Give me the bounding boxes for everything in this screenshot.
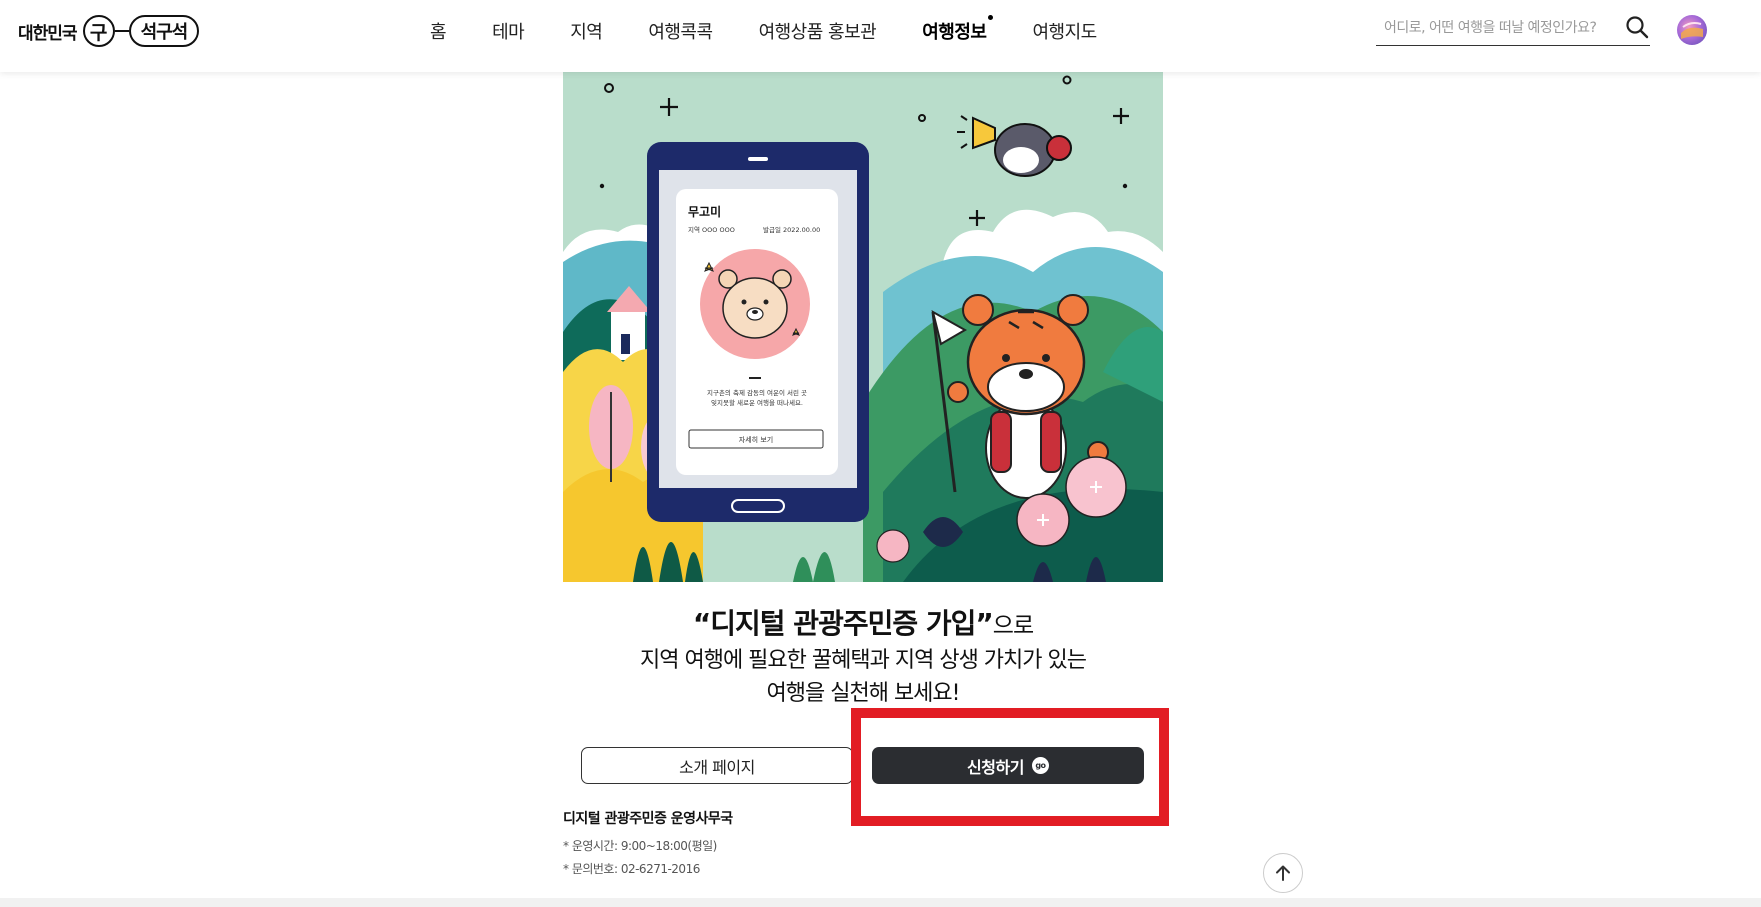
go-icon: go: [1031, 757, 1049, 774]
nav-item-travel-map[interactable]: 여행지도: [1032, 18, 1097, 44]
headline-suffix: 으로: [992, 613, 1034, 639]
search-icon[interactable]: [1624, 14, 1650, 40]
svg-text:발급일 2022.00.00: 발급일 2022.00.00: [763, 225, 820, 234]
headline-line-2: 지역 여행에 필요한 꿀혜택과 지역 상생 가치가 있는: [640, 648, 1087, 673]
apply-button-label: 신청하기: [967, 757, 1024, 777]
card-issue-value: 2022.00.00: [783, 226, 820, 234]
logo-text: 대한민국: [18, 23, 78, 44]
headline-copy: “디지털 관광주민증 가입”으로 지역 여행에 필요한 꿀혜택과 지역 상생 가…: [563, 606, 1163, 710]
scroll-top-button[interactable]: [1263, 853, 1303, 893]
avatar[interactable]: [1677, 15, 1707, 45]
card-name: 무고미: [688, 204, 721, 219]
hero-illustration: 무고미 지역 OOO OOO 발급일 2022.00.00 지구촌의 축제 감동…: [563, 72, 1163, 582]
card-issue-label: 발급일: [763, 225, 781, 234]
nav-item-region[interactable]: 지역: [570, 18, 603, 44]
card-region-value: OOO OOO: [702, 226, 735, 234]
logo-mark: 구 석구석: [82, 15, 200, 47]
nav-item-theme[interactable]: 테마: [492, 18, 525, 44]
quote-close: ”: [975, 607, 993, 640]
logo-pill: 석구석: [128, 15, 200, 47]
card-button-label: 자세히 보기: [739, 435, 773, 444]
active-dot: [988, 15, 994, 20]
card-region-label: 지역: [688, 225, 700, 234]
office-hours: * 운영시간: 9:00~18:00(평일): [563, 839, 717, 853]
search-input[interactable]: [1384, 16, 1614, 40]
footer-strip: [0, 898, 1761, 907]
arrow-up-icon: [1276, 865, 1290, 881]
quote-open: “: [692, 607, 711, 640]
main-nav: 홈 테마 지역 여행콕콕 여행상품 홍보관 여행정보 여행지도: [430, 0, 1143, 62]
nav-item-travel-info[interactable]: 여행정보: [922, 15, 994, 44]
site-logo[interactable]: 대한민국 구 석구석: [18, 14, 200, 48]
office-info: 디지털 관광주민증 운영사무국 * 운영시간: 9:00~18:00(평일) *…: [563, 808, 963, 877]
nav-item-travel-kokkok[interactable]: 여행콕콕: [648, 18, 713, 44]
svg-text:지역 OOO OOO: 지역 OOO OOO: [688, 225, 735, 234]
headline-highlight: 디지털 관광주민증 가입: [710, 607, 976, 640]
headline-line-3: 여행을 실천해 보세요!: [766, 681, 961, 706]
office-title: 디지털 관광주민증 운영사무국: [563, 811, 733, 827]
site-header: 대한민국 구 석구석 홈 테마 지역 여행콕콕 여행상품 홍보관 여행정보 여행…: [0, 0, 1761, 72]
logo-line: [114, 30, 129, 32]
card-desc-1: 지구촌의 축제 감동의 여운이 서린 곳: [707, 388, 807, 397]
nav-item-home[interactable]: 홈: [430, 18, 447, 44]
card-desc-2: 잊지못할 새로운 여행을 떠나세요.: [711, 398, 803, 407]
search-box: [1376, 12, 1650, 46]
office-phone: * 문의번호: 02-6271-2016: [563, 862, 700, 876]
logo-circle: 구: [82, 15, 115, 47]
nav-item-travel-info-label: 여행정보: [922, 22, 987, 43]
intro-page-button[interactable]: 소개 페이지: [581, 747, 853, 784]
headline-line-1: “디지털 관광주민증 가입”으로: [563, 606, 1163, 644]
apply-button[interactable]: 신청하기 go: [872, 747, 1144, 784]
nav-item-product-promo[interactable]: 여행상품 홍보관: [759, 18, 877, 44]
